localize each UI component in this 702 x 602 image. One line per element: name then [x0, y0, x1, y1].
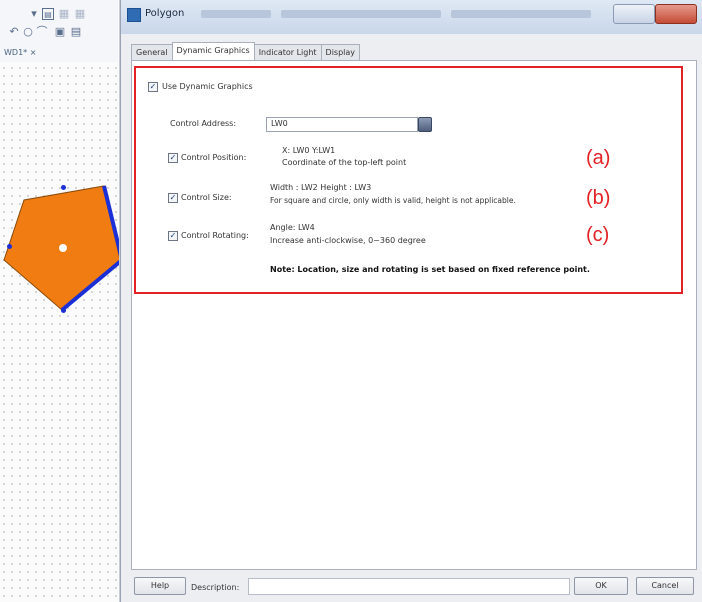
- tab-indicator-light[interactable]: Indicator Light: [253, 44, 322, 60]
- close-button[interactable]: [655, 4, 697, 24]
- align-icon[interactable]: ▤: [42, 8, 54, 20]
- dialog-titlebar[interactable]: Polygon: [121, 0, 702, 34]
- help-button[interactable]: Help: [134, 577, 186, 595]
- blurred-title-text: [201, 10, 271, 18]
- highlight-box: [134, 66, 683, 294]
- editor-tab-label[interactable]: WD1* ×: [4, 48, 36, 57]
- center-point: [59, 244, 67, 252]
- resize-handle-left[interactable]: [7, 244, 12, 249]
- resize-handle-bottom[interactable]: [61, 308, 66, 313]
- annotation-b: (b): [586, 187, 611, 209]
- annotation-a: (a): [586, 147, 611, 169]
- image-icon[interactable]: ▣: [54, 26, 66, 38]
- tab-general[interactable]: General: [131, 44, 173, 60]
- app-icon: [127, 8, 141, 22]
- annotation-c: (c): [586, 224, 610, 246]
- dialog-tabs: General Dynamic Graphics Indicator Light…: [131, 42, 361, 60]
- tab-display[interactable]: Display: [320, 44, 361, 60]
- cancel-button[interactable]: Cancel: [636, 577, 694, 595]
- dialog-title: Polygon: [145, 8, 185, 19]
- undo-icon[interactable]: ↶: [8, 26, 20, 38]
- polygon-shape[interactable]: [0, 180, 130, 320]
- minimize-button[interactable]: [613, 4, 655, 24]
- blurred-title-text-2: [281, 10, 441, 18]
- dropdown-icon[interactable]: ▾: [28, 8, 40, 20]
- table-icon[interactable]: ▤: [70, 26, 82, 38]
- description-input[interactable]: [248, 578, 570, 595]
- window-controls: [611, 4, 697, 24]
- resize-handle-top[interactable]: [61, 185, 66, 190]
- tab-dynamic-graphics[interactable]: Dynamic Graphics: [171, 42, 255, 60]
- editor-toolbar: ▾ ▤ ▦ ▦ ↶ ○ ⌒ ▣ ▤ WD1* ×: [0, 0, 118, 62]
- blurred-title-text-3: [451, 10, 591, 18]
- arc-icon[interactable]: ⌒: [36, 26, 48, 38]
- circle-icon[interactable]: ○: [22, 26, 34, 38]
- description-label: Description:: [191, 583, 240, 592]
- grid-icon[interactable]: ▦: [58, 8, 70, 20]
- grid-icon-2[interactable]: ▦: [74, 8, 86, 20]
- ok-button[interactable]: OK: [574, 577, 628, 595]
